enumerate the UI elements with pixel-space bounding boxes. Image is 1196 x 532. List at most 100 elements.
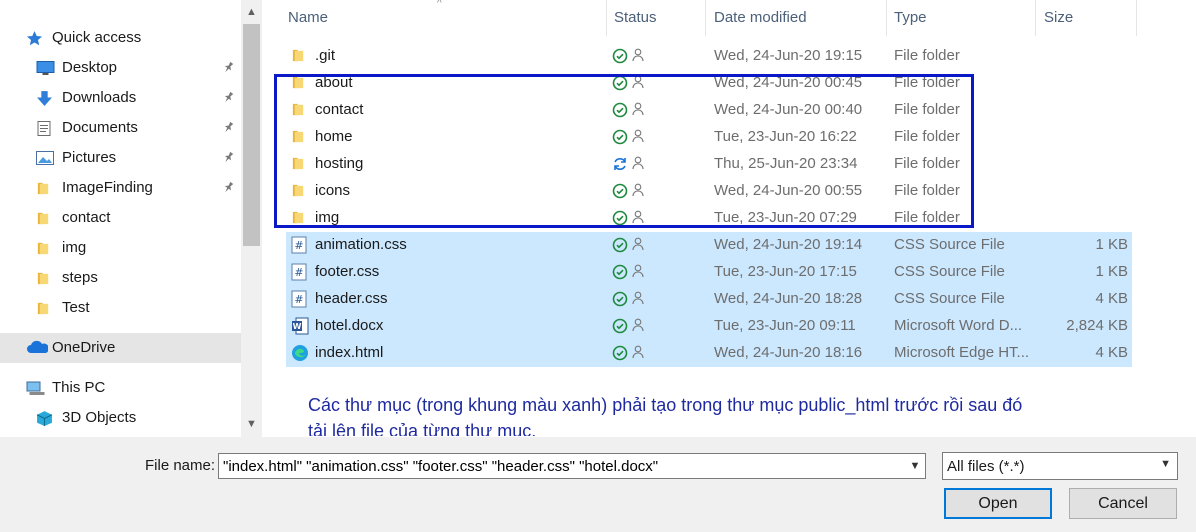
file-type-select[interactable]: All files (*.*) ▼ bbox=[942, 452, 1178, 480]
column-header-size[interactable]: Size bbox=[1044, 0, 1073, 36]
computer-icon bbox=[26, 380, 45, 396]
css-file-icon: # bbox=[291, 236, 309, 254]
file-date-modified: Wed, 24-Jun-20 18:16 bbox=[714, 344, 863, 361]
filename-input[interactable] bbox=[218, 453, 926, 479]
sidebar-item-3d-objects[interactable]: 3D Objects bbox=[0, 403, 241, 433]
sync-check-icon bbox=[612, 291, 628, 307]
chevron-down-icon[interactable]: ▼ bbox=[906, 455, 924, 477]
file-date-modified: Tue, 23-Jun-20 17:15 bbox=[714, 263, 857, 280]
column-header-status[interactable]: Status bbox=[614, 0, 657, 36]
sidebar-item-label: contact bbox=[62, 209, 111, 226]
sidebar-item-this-pc[interactable]: This PC bbox=[0, 373, 241, 403]
svg-text:#: # bbox=[294, 293, 303, 306]
folder-icon bbox=[36, 210, 54, 226]
shared-person-icon bbox=[632, 237, 644, 251]
sidebar-item-label: ImageFinding bbox=[62, 179, 153, 196]
file-date-modified: Wed, 24-Jun-20 19:14 bbox=[714, 236, 863, 253]
scroll-up-arrow-icon[interactable]: ▲ bbox=[241, 2, 262, 22]
sidebar-item-label: Test bbox=[62, 299, 90, 316]
file-row[interactable]: index.html Wed, 24-Jun-20 18:16 Microsoft … bbox=[286, 340, 1132, 367]
sync-check-icon bbox=[612, 237, 628, 253]
file-type: Microsoft Word D... bbox=[894, 317, 1023, 334]
file-name: hotel.docx bbox=[315, 317, 384, 334]
file-row[interactable]: # header.css Wed, 24-Jun-20 18:28 CSS Sourc… bbox=[286, 286, 1132, 313]
file-type: CSS Source File bbox=[894, 290, 1005, 307]
shared-person-icon bbox=[632, 291, 644, 305]
sidebar-item-img[interactable]: img bbox=[0, 233, 241, 263]
file-date-modified: Tue, 23-Jun-20 09:11 bbox=[714, 317, 856, 334]
file-name: index.html bbox=[315, 344, 384, 361]
sync-check-icon bbox=[612, 264, 628, 280]
css-file-icon: # bbox=[291, 263, 309, 281]
sidebar-item-label: Pictures bbox=[62, 149, 117, 166]
sidebar-item-contact[interactable]: contact bbox=[0, 203, 241, 233]
svg-text:W: W bbox=[293, 322, 302, 331]
sidebar-item-label: Downloads bbox=[62, 89, 137, 106]
css-file-icon: # bbox=[291, 290, 309, 308]
sidebar-item-label: OneDrive bbox=[52, 339, 116, 356]
sidebar-scrollbar-thumb[interactable] bbox=[243, 24, 260, 246]
column-divider[interactable] bbox=[705, 0, 706, 36]
word-file-icon: W bbox=[291, 317, 309, 335]
column-divider[interactable] bbox=[606, 0, 607, 36]
cloud-icon bbox=[26, 340, 49, 356]
svg-text:#: # bbox=[294, 266, 303, 279]
sidebar-item-pictures[interactable]: Pictures bbox=[0, 143, 241, 173]
file-name: animation.css bbox=[315, 236, 407, 253]
sort-up-icon: ^ bbox=[437, 0, 442, 9]
file-type: Microsoft Edge HT... bbox=[894, 344, 1030, 361]
sidebar-item-label: Quick access bbox=[52, 29, 142, 46]
sidebar-item-imagefinding[interactable]: ImageFinding bbox=[0, 173, 241, 203]
file-date-modified: Wed, 24-Jun-20 19:15 bbox=[714, 47, 863, 64]
file-size: 4 KB bbox=[1095, 290, 1128, 307]
column-divider[interactable] bbox=[1136, 0, 1137, 36]
pin-icon[interactable] bbox=[222, 151, 236, 165]
download-arrow-icon bbox=[36, 90, 54, 106]
column-divider[interactable] bbox=[1035, 0, 1036, 36]
sidebar-item-label: steps bbox=[62, 269, 98, 286]
folder-icon bbox=[36, 180, 54, 196]
sidebar-item-downloads[interactable]: Downloads bbox=[0, 83, 241, 113]
sync-check-icon bbox=[612, 318, 628, 334]
scroll-down-arrow-icon[interactable]: ▼ bbox=[241, 414, 262, 434]
chevron-down-icon: ▼ bbox=[1160, 458, 1171, 470]
file-row[interactable]: # animation.css Wed, 24-Jun-20 19:14 CSS So… bbox=[286, 232, 1132, 259]
highlight-box bbox=[274, 74, 974, 228]
cancel-button[interactable]: Cancel bbox=[1069, 488, 1177, 519]
sidebar-item-label: img bbox=[62, 239, 87, 256]
file-row[interactable]: # footer.css Tue, 23-Jun-20 17:15 CSS Sourc… bbox=[286, 259, 1132, 286]
folder-icon bbox=[36, 270, 54, 286]
pin-icon[interactable] bbox=[222, 121, 236, 135]
sidebar-item-desktop[interactable]: Desktop bbox=[0, 53, 241, 83]
file-size: 1 KB bbox=[1095, 236, 1128, 253]
shared-person-icon bbox=[632, 318, 644, 332]
pin-icon[interactable] bbox=[222, 91, 236, 105]
file-type: CSS Source File bbox=[894, 263, 1005, 280]
desktop-icon bbox=[36, 60, 55, 76]
cube-icon bbox=[36, 410, 54, 426]
pin-icon[interactable] bbox=[222, 181, 236, 195]
file-size: 2,824 KB bbox=[1066, 317, 1128, 334]
column-header-name[interactable]: Name bbox=[288, 0, 328, 36]
sidebar-item-test[interactable]: Test bbox=[0, 293, 241, 323]
sidebar-item-quick-access[interactable]: Quick access bbox=[0, 23, 241, 53]
column-divider[interactable] bbox=[886, 0, 887, 36]
column-header-date[interactable]: Date modified bbox=[714, 0, 807, 36]
sidebar-item-onedrive[interactable]: OneDrive bbox=[0, 333, 241, 363]
open-button[interactable]: Open bbox=[944, 488, 1052, 519]
pin-icon[interactable] bbox=[222, 61, 236, 75]
sidebar-item-label: 3D Objects bbox=[62, 409, 137, 426]
shared-person-icon bbox=[632, 345, 644, 359]
sidebar-item-steps[interactable]: steps bbox=[0, 263, 241, 293]
sync-check-icon bbox=[612, 345, 628, 361]
folder-row[interactable]: .git Wed, 24-Jun-20 19:15 File folder bbox=[286, 43, 1132, 70]
shared-person-icon bbox=[632, 48, 644, 62]
file-name: .git bbox=[315, 47, 336, 64]
navigation-pane: Quick access Desktop Downloads Documents Pic… bbox=[0, 0, 262, 437]
document-icon bbox=[36, 120, 54, 136]
sidebar-item-documents[interactable]: Documents bbox=[0, 113, 241, 143]
column-header-type[interactable]: Type bbox=[894, 0, 927, 36]
folder-icon bbox=[36, 300, 54, 316]
file-name: footer.css bbox=[315, 263, 380, 280]
file-row[interactable]: Whotel.docx Tue, 23-Jun-20 09:11 Microsoft… bbox=[286, 313, 1132, 340]
